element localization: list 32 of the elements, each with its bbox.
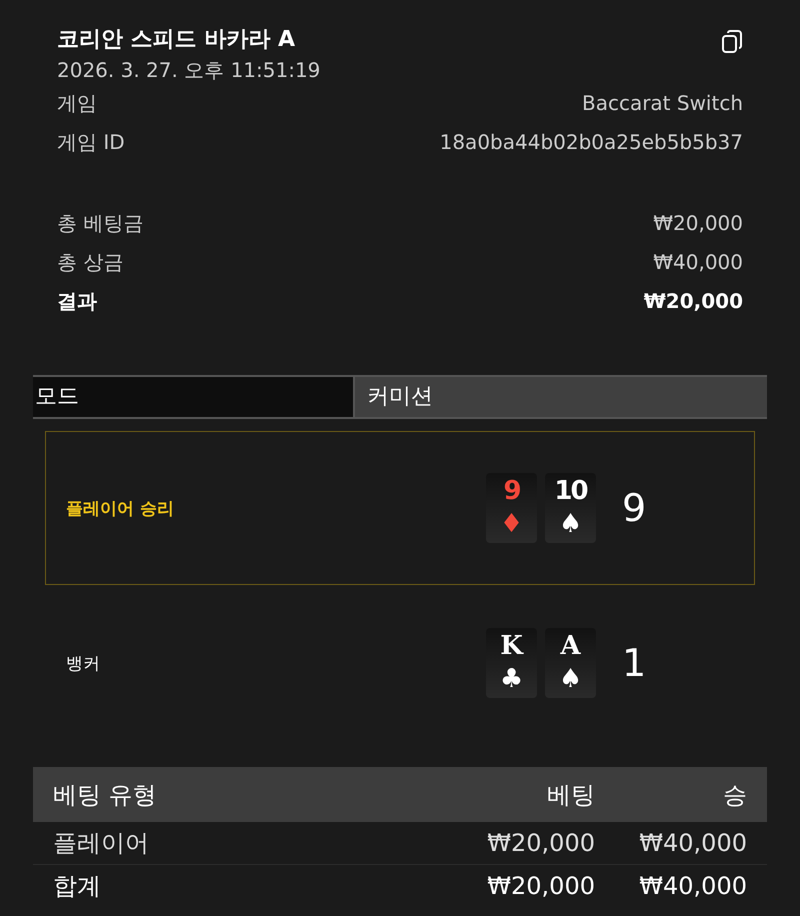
table-cell-text: 합계 [53, 871, 102, 902]
playing-card: A ♠ [545, 628, 596, 698]
info-label: 게임 ID [57, 129, 125, 156]
mode-label: 모드 [33, 377, 355, 417]
column-header: 베팅 [546, 780, 595, 810]
hand-label: 플레이어 승리 [66, 498, 175, 520]
info-value: Baccarat Switch [582, 90, 743, 117]
hand-score: 9 [622, 486, 646, 530]
info-label: 게임 [57, 90, 97, 117]
summary-value: ₩20,000 [644, 288, 743, 315]
table-cell-text: 플레이어 [53, 828, 150, 859]
mode-value: 커미션 [355, 377, 767, 417]
column-header: 베팅 유형 [53, 780, 158, 810]
game-title: 코리안 스피드 바카라 A [57, 26, 296, 54]
hand-score: 1 [622, 641, 646, 685]
info-value: 18a0ba44b02b0a25eb5b5b37 [440, 129, 743, 156]
table-cell-text: ₩40,000 [638, 829, 747, 857]
summary-label: 총 상금 [57, 249, 124, 276]
summary-label: 총 베팅금 [57, 210, 144, 237]
table-cell-text: ₩20,000 [486, 829, 595, 857]
table-cell-text: ₩40,000 [638, 872, 747, 900]
playing-card: 9 ♦ [486, 473, 537, 543]
copy-icon[interactable] [721, 30, 743, 54]
playing-card: K ♣ [486, 628, 537, 698]
hand-label: 뱅커 [66, 652, 101, 674]
date-time: 2026. 3. 27. 오후 11:51:19 [57, 57, 320, 84]
table-cell-text: ₩20,000 [486, 872, 595, 900]
column-header: 승 [722, 780, 747, 810]
summary-label: 결과 [57, 288, 97, 315]
summary-value: ₩20,000 [653, 210, 743, 237]
playing-card: 10 ♠ [545, 473, 596, 543]
summary-value: ₩40,000 [653, 249, 743, 276]
